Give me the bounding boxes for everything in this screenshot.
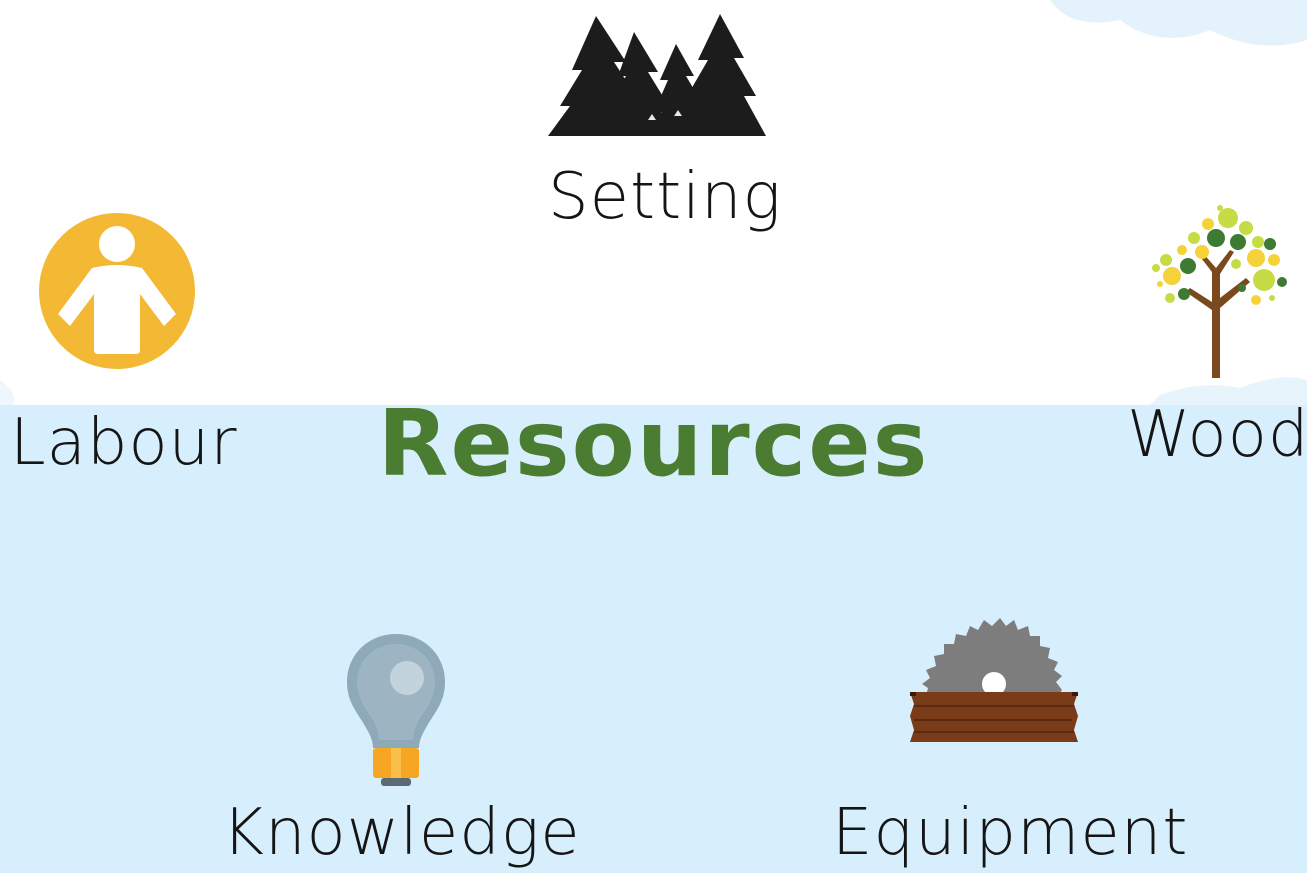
person-icon — [39, 213, 195, 369]
knowledge-label: Knowledge — [222, 796, 581, 870]
saw-blade-icon — [910, 618, 1078, 742]
setting-label: Setting — [548, 160, 782, 234]
pine-trees-icon — [548, 14, 766, 136]
diagram-title: Resources — [377, 390, 930, 497]
tree-icon — [1152, 205, 1287, 378]
lightbulb-icon — [347, 634, 445, 786]
equipment-label: Equipment — [832, 796, 1189, 870]
